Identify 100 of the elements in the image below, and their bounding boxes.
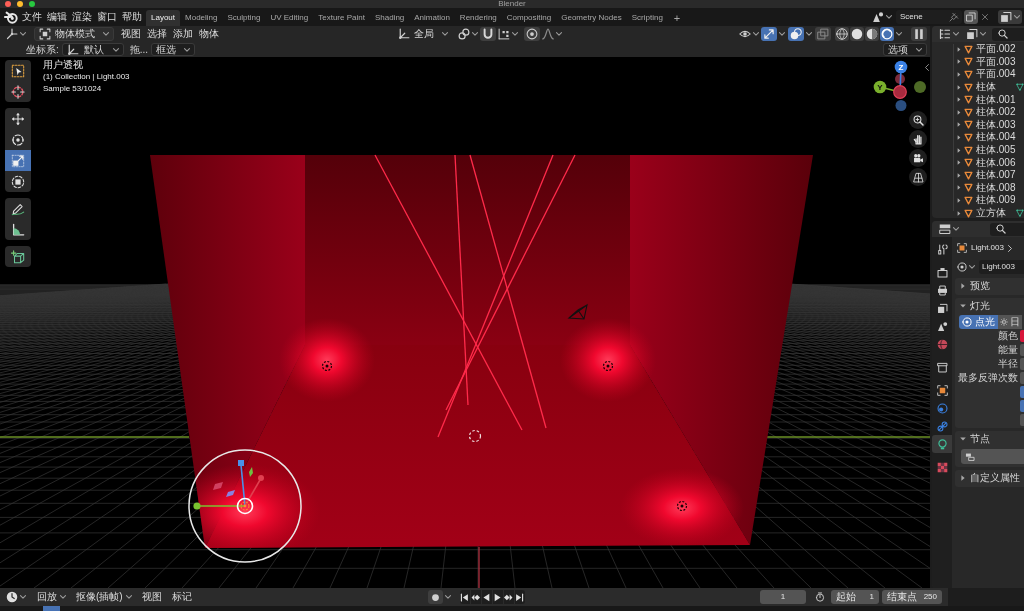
workspace-tab[interactable]: Shading	[369, 10, 410, 26]
outliner-item[interactable]: 平面.003	[932, 55, 1024, 69]
section-header[interactable]: 预览	[955, 278, 1024, 294]
next-keyframe-button[interactable]	[503, 590, 514, 604]
editor-type-button[interactable]	[937, 27, 961, 41]
selected-light-icon[interactable]	[236, 497, 254, 515]
axis-handle[interactable]	[895, 74, 905, 84]
light-icon[interactable]	[321, 360, 333, 372]
auto-keying-button[interactable]	[427, 590, 443, 604]
expand-arrow-icon[interactable]	[957, 210, 961, 216]
drag-mode-dropdown[interactable]: 框选	[151, 43, 196, 56]
camera-view-button[interactable]	[909, 149, 927, 167]
current-frame-field[interactable]: 1	[760, 590, 806, 604]
section-header[interactable]: 节点	[955, 431, 1024, 447]
section-header[interactable]: 灯光	[955, 298, 1024, 314]
outliner-item[interactable]: 平面.004	[932, 68, 1024, 81]
workspace-tab[interactable]: Texture Paint	[313, 10, 370, 26]
search-field[interactable]	[992, 27, 1024, 41]
editor-type-button[interactable]	[937, 222, 961, 236]
previous-keyframe-button[interactable]	[470, 590, 481, 604]
workspace-tab[interactable]: Sculpting	[222, 10, 266, 26]
outliner-item[interactable]: 柱体.006	[932, 156, 1024, 169]
gizmo-toggle[interactable]	[761, 27, 777, 41]
expand-arrow-icon[interactable]	[957, 84, 961, 90]
options-dropdown[interactable]: 选项	[883, 43, 927, 56]
pause-render-button[interactable]	[911, 27, 927, 41]
outliner-item[interactable]: 柱体.001	[932, 93, 1024, 106]
menu-item[interactable]: 窗口	[96, 9, 118, 25]
outliner-item[interactable]: 柱体.008	[932, 181, 1024, 195]
shading-mode-button[interactable]	[865, 27, 879, 41]
color-swatch[interactable]	[1020, 330, 1024, 342]
outliner-item[interactable]: 柱体.009	[932, 194, 1024, 207]
workspace-tab[interactable]: Scripting	[626, 10, 668, 26]
cursor-tool[interactable]	[5, 81, 31, 102]
copy-scene-button[interactable]	[964, 10, 978, 24]
caret-icon[interactable]	[444, 595, 451, 599]
shading-mode-button[interactable]	[835, 27, 849, 41]
menu-item[interactable]: 渲染	[71, 9, 93, 25]
workspace-tab[interactable]: Compositing	[501, 10, 557, 26]
caret-icon[interactable]	[806, 32, 812, 36]
expand-arrow-icon[interactable]	[957, 46, 961, 52]
light-data-name-field[interactable]: Light.003	[979, 260, 1024, 274]
add-workspace-button[interactable]: +	[667, 10, 687, 26]
menu-item[interactable]: 标记	[170, 589, 193, 605]
rotate-tool[interactable]	[5, 129, 31, 150]
menu-item[interactable]: 添加	[172, 26, 194, 42]
scene-field[interactable]: Scene	[896, 10, 962, 24]
transform-tool[interactable]	[5, 171, 31, 192]
light-data-browse-button[interactable]	[955, 260, 977, 274]
outliner-item[interactable]: 柱体.002	[932, 105, 1024, 119]
vertex-triangle-icon[interactable]	[1016, 209, 1024, 217]
outliner-item[interactable]: 柱体.003	[932, 118, 1024, 132]
outliner-item[interactable]: 柱体.007	[932, 168, 1024, 182]
menu-item[interactable]: 帮助	[121, 9, 143, 25]
mode-dropdown[interactable]: 物体模式	[34, 27, 114, 41]
caret-icon[interactable]	[779, 32, 785, 36]
menu-item[interactable]: 视图	[120, 26, 142, 42]
snap-target-dropdown[interactable]	[495, 27, 520, 41]
orientation-dropdown[interactable]: 全局	[393, 27, 452, 41]
menu-item[interactable]: 编辑	[46, 9, 68, 25]
end-frame-value[interactable]: 250	[923, 593, 937, 601]
value-field[interactable]	[1020, 372, 1024, 384]
light-icon[interactable]	[602, 360, 614, 372]
menu-item[interactable]: 物体	[198, 26, 220, 42]
window-control-button[interactable]	[5, 1, 11, 7]
shading-mode-button[interactable]	[850, 27, 864, 41]
use-nodes-button[interactable]	[961, 449, 1024, 464]
window-control-button[interactable]	[17, 1, 23, 7]
section-header[interactable]: 自定义属性	[955, 470, 1024, 486]
transform-gizmo[interactable]	[188, 449, 302, 563]
caret-icon[interactable]	[896, 32, 902, 36]
chevron-left-icon[interactable]	[925, 64, 929, 71]
menu-item[interactable]: 抠像(插帧)	[75, 589, 133, 605]
menu-item[interactable]: 回放	[36, 589, 67, 605]
light-type-button[interactable]: 日	[998, 314, 1022, 329]
axis-handle[interactable]	[895, 100, 907, 111]
perspective-toggle[interactable]	[909, 168, 927, 186]
workspace-tab[interactable]: Geometry Nodes	[556, 10, 627, 26]
annotate-tool[interactable]	[5, 198, 31, 219]
expand-arrow-icon[interactable]	[957, 147, 961, 153]
workspace-tab[interactable]: Rendering	[454, 10, 502, 26]
move-tool[interactable]	[5, 108, 31, 129]
add-cube-tool[interactable]	[5, 246, 31, 267]
outliner-item[interactable]: 平面.002	[932, 43, 1024, 56]
menu-item[interactable]: 选择	[146, 26, 168, 42]
outliner-item[interactable]: 立方体	[932, 206, 1024, 218]
display-mode-dropdown[interactable]	[964, 27, 988, 41]
scene-selector-button[interactable]	[870, 10, 894, 24]
search-field[interactable]	[990, 222, 1024, 236]
checkbox[interactable]	[1020, 400, 1024, 412]
select-box-tool[interactable]	[5, 60, 31, 81]
proportional-edit-toggle[interactable]	[523, 27, 540, 41]
outliner-item[interactable]: 柱体	[932, 80, 1024, 94]
pan-button[interactable]	[909, 130, 927, 148]
light-type-button[interactable]: 点光	[959, 314, 998, 329]
jump-to-start-button[interactable]	[459, 590, 470, 604]
value-field[interactable]	[1020, 344, 1024, 356]
zoom-button[interactable]	[909, 111, 927, 129]
start-frame-value[interactable]: 1	[869, 593, 874, 601]
workspace-tab[interactable]: Animation	[409, 10, 455, 26]
